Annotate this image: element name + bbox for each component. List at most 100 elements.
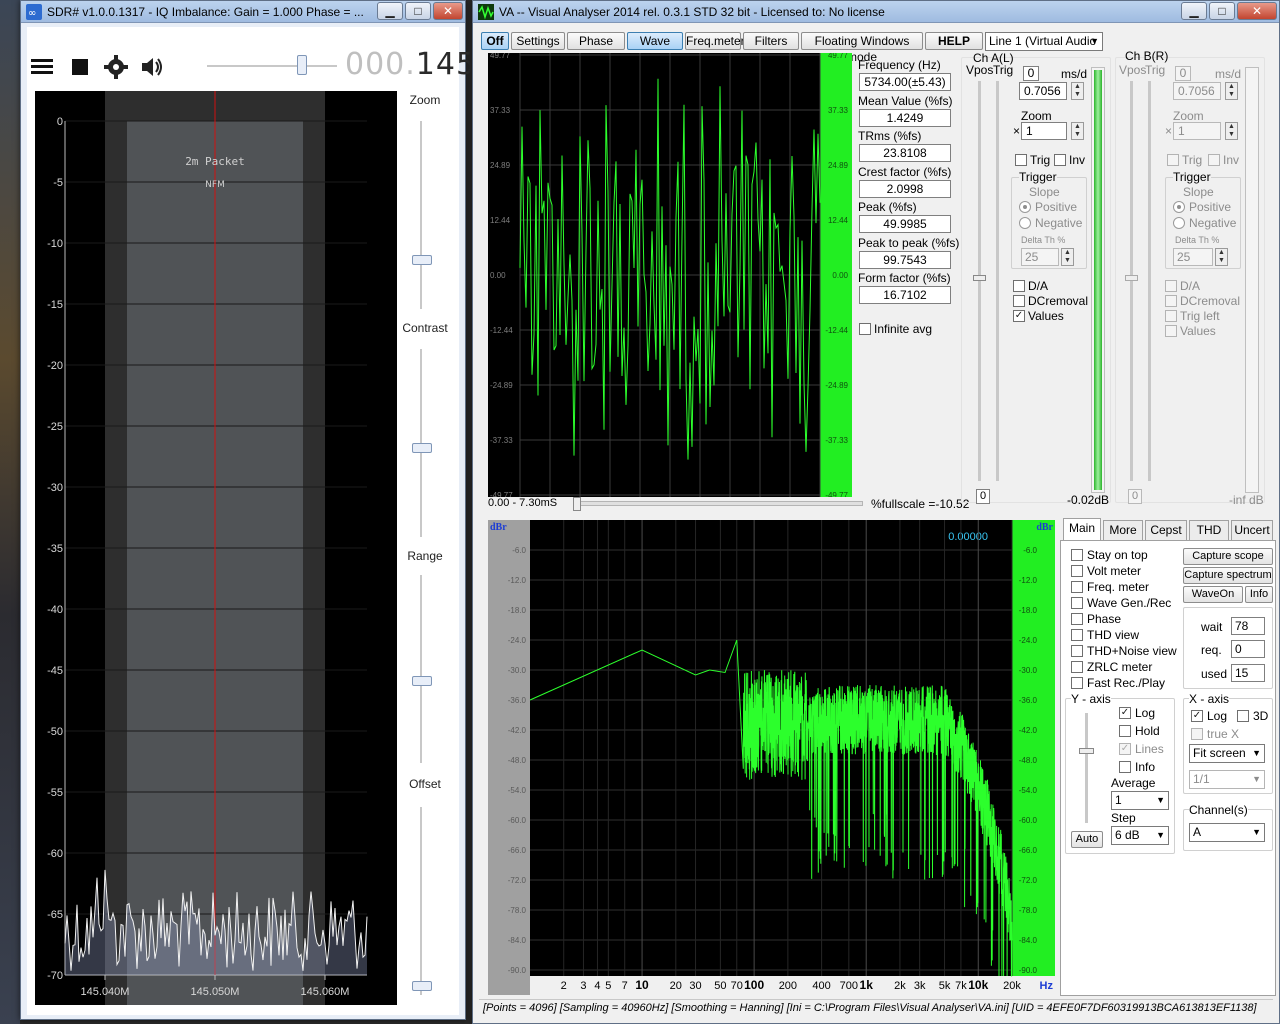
range-slider-track[interactable] [420,575,422,763]
measurement-value[interactable]: 23.8108 [859,144,951,162]
volume-slider-thumb[interactable] [297,55,307,75]
zoom-slider-track[interactable] [420,121,422,309]
req-field[interactable]: 0 [1231,640,1265,658]
channel-b-vpos-slider[interactable] [1130,81,1133,481]
step-select[interactable]: 6 dB ▼ [1111,826,1169,845]
tab-more[interactable]: More [1103,520,1143,540]
va-close-button[interactable]: ✕ [1237,2,1277,20]
channel-a-msdiv-field[interactable]: 0.7056 [1019,82,1067,100]
tab-uncert[interactable]: Uncert [1231,520,1273,540]
channel-a-da-checkbox[interactable] [1013,280,1025,292]
channel-a-trig-checkbox[interactable] [1015,154,1027,166]
sdr-maximize-button[interactable]: □ [405,2,431,20]
channel-a-vpos-value[interactable]: 0 [1023,66,1039,81]
channel-b-inv-checkbox[interactable] [1208,154,1220,166]
channel-b-trig-checkbox[interactable] [1167,154,1179,166]
channel-b-dcremoval-checkbox[interactable] [1165,295,1177,307]
wave-button[interactable]: Wave [627,32,683,50]
infinite-avg-checkbox[interactable] [859,323,871,335]
gear-icon[interactable] [103,53,129,79]
speaker-icon[interactable] [139,53,165,79]
sdr-minimize-button[interactable]: ▁ [377,2,403,20]
channel-b-vpos-thumb[interactable] [1125,275,1138,281]
channel-b-zoom-field[interactable]: 1 [1173,122,1221,140]
capture-spectrum-button[interactable]: Capture spectrum [1183,567,1273,584]
freq-meter-button[interactable]: Freq.meter [685,32,745,50]
oscilloscope-display[interactable]: 49.77 49.77 37.33 37.33 24.89 24.89 12.44 12.44… [488,53,852,497]
stop-icon[interactable] [67,53,93,79]
true-x-checkbox[interactable] [1191,728,1203,740]
channel-b-msdiv-field[interactable]: 0.7056 [1173,82,1221,100]
average-select[interactable]: 1 ▼ [1111,791,1169,810]
contrast-slider-thumb[interactable] [412,443,432,454]
measurement-value[interactable]: 5734.00(±5.43) [859,73,951,91]
main-option-checkbox[interactable] [1071,661,1083,673]
channel-b-delta-spinner[interactable]: ▲ ▼ [1215,248,1228,266]
channel-a-positive-radio[interactable] [1019,201,1031,213]
used-field[interactable]: 15 [1231,664,1265,682]
channel-b-positive-radio[interactable] [1173,201,1185,213]
lines-checkbox[interactable]: ✓ [1119,743,1131,755]
x-3d-checkbox[interactable] [1237,710,1249,722]
volume-slider-track[interactable] [207,65,337,67]
wait-field[interactable]: 78 [1231,617,1265,635]
main-option-checkbox[interactable] [1071,581,1083,593]
sdr-titlebar[interactable]: ∞ SDR# v1.0.0.1317 - IQ Imbalance: Gain … [21,1,465,23]
channel-a-dcremoval-checkbox[interactable] [1013,295,1025,307]
frequency-display[interactable]: 000.145 [345,47,476,82]
tab-thd[interactable]: THD [1189,520,1229,540]
channel-b-trig-slider[interactable] [1148,81,1151,481]
main-option-checkbox[interactable] [1071,677,1083,689]
channel-a-negative-radio[interactable] [1019,217,1031,229]
menu-icon[interactable] [29,53,55,79]
range-slider-thumb[interactable] [412,676,432,687]
channel-a-trig-slider[interactable] [996,81,999,481]
hold-checkbox[interactable] [1119,725,1131,737]
va-minimize-button[interactable]: ▁ [1181,2,1207,20]
va-maximize-button[interactable]: □ [1209,2,1235,20]
y-log-checkbox[interactable]: ✓ [1119,707,1131,719]
sdr-spectrum-display[interactable]: 0 -5 -10 -15 -20 -25 -30 -35 -40 -45 -50 -55 -60 -65 -… [35,91,397,1005]
channel-b-delta-field[interactable]: 25 [1173,248,1213,266]
va-titlebar[interactable]: VA -- Visual Analyser 2014 rel. 0.3.1 ST… [473,1,1279,23]
phase-button[interactable]: Phase [567,32,625,50]
channel-a-vpos-slider[interactable] [978,81,981,481]
waveon-button[interactable]: WaveOn [1183,586,1243,603]
channel-a-inv-checkbox[interactable] [1054,154,1066,166]
offset-slider-track[interactable] [420,807,422,995]
info-checkbox[interactable] [1119,761,1131,773]
fit-screen-select[interactable]: Fit screen ▼ [1189,744,1265,763]
input-device-select[interactable]: Line 1 (Virtual Audio ▼ [985,32,1103,51]
main-option-checkbox[interactable] [1071,549,1083,561]
va-spectrum-display[interactable]: dBr dBr 0.00000 -6.0 -6.0 -12.0 -12.0 -18.0 -18.… [488,520,1055,995]
channel-b-bottom-value[interactable]: 0 [1128,489,1142,504]
channel-a-vpos-thumb[interactable] [973,275,986,281]
main-option-checkbox[interactable] [1071,613,1083,625]
main-option-checkbox[interactable] [1071,565,1083,577]
tab-cepst[interactable]: Cepst [1145,520,1187,540]
channel-a-delta-spinner[interactable]: ▲ ▼ [1061,248,1074,266]
channel-b-trig-left-checkbox[interactable] [1165,310,1177,322]
channel-a-delta-field[interactable]: 25 [1021,248,1059,266]
capture-scope-button[interactable]: Capture scope [1183,548,1273,565]
channel-a-zoom-spinner[interactable]: ▲ ▼ [1071,122,1084,140]
main-option-checkbox[interactable] [1071,597,1083,609]
y-axis-slider[interactable] [1085,713,1088,823]
channel-a-msdiv-spinner[interactable]: ▲ ▼ [1071,82,1084,100]
tab-main[interactable]: Main [1063,518,1101,540]
off-button[interactable]: Off [481,32,509,50]
y-axis-slider-thumb[interactable] [1079,748,1094,754]
help-button[interactable]: HELP [925,32,983,50]
auto-button[interactable]: Auto [1071,831,1103,848]
sdr-close-button[interactable]: ✕ [433,2,463,20]
measurement-value[interactable]: 2.0998 [859,179,951,198]
x-log-checkbox[interactable]: ✓ [1191,710,1203,722]
floating-windows-button[interactable]: Floating Windows mode [801,32,923,64]
channel-b-negative-radio[interactable] [1173,217,1185,229]
channel-b-msdiv-spinner[interactable]: ▲ ▼ [1225,82,1238,100]
main-option-checkbox[interactable] [1071,629,1083,641]
channel-b-vpos-value[interactable]: 0 [1175,66,1191,81]
channel-a-zoom-field[interactable]: 1 [1021,122,1067,140]
settings-button[interactable]: Settings [511,32,565,50]
measurement-value[interactable]: 1.4249 [859,108,951,127]
